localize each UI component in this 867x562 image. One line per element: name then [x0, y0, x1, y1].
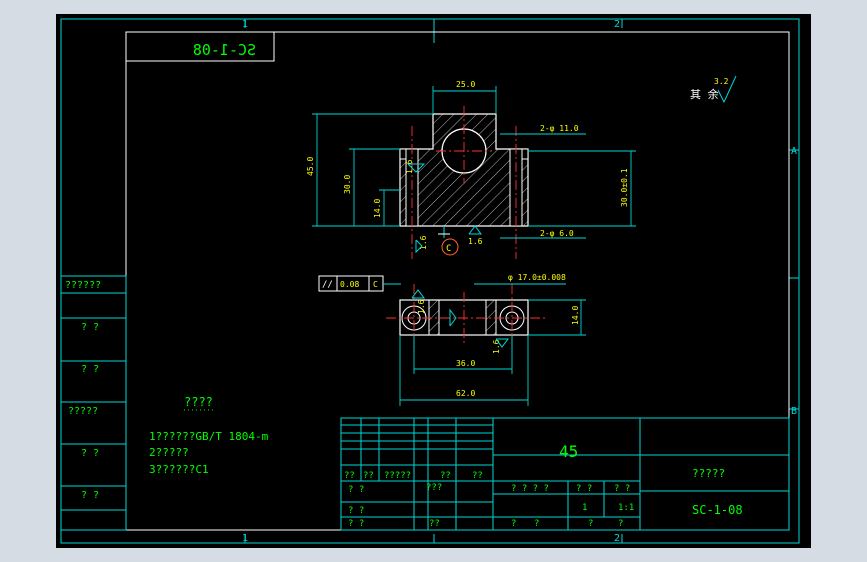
zone-top-2: 2 [614, 19, 620, 30]
left-col-1: ?????? [65, 280, 101, 291]
tb-row4-b: ?? [429, 519, 440, 529]
dim-hole-spacing: 30.0±0.1 [620, 168, 629, 207]
cad-drawing: 1 2 1 2 A B SC-1-08 ?????? ? ? ? ? ?????… [60, 18, 800, 544]
zone-bottom-2: 2 [614, 533, 620, 544]
tb-row-label-5: ?? [472, 471, 483, 481]
drawing-sheet: 1 2 1 2 A B SC-1-08 ?????? ? ? ? ? ?????… [56, 14, 811, 548]
dim-bore: φ 17.0±0.008 [508, 273, 566, 282]
left-col-3: ? ? [81, 364, 99, 375]
tb-row2-a: ? ? [348, 485, 364, 495]
datum-c-label: C [446, 244, 451, 254]
tb-stage-3: ? ? [614, 484, 630, 494]
dim-top-width: 25.0 [456, 80, 475, 89]
tol-datum: C [373, 280, 378, 289]
rough-top-a: 1.6 [417, 299, 426, 314]
tb-row3-a: ? ? [348, 506, 364, 516]
note-line-2: 2????? [149, 446, 189, 459]
tb-row4-a: ? ? [348, 519, 364, 529]
top-view: φ 17.0±0.008 14.0 36.0 62.0 1.6 1.6 [386, 273, 586, 406]
tb-bottom-2: ? [534, 519, 539, 529]
tb-row2-b: ??? [426, 483, 442, 493]
left-col-5: ? ? [81, 448, 99, 459]
tb-bottom-4: ? [618, 519, 623, 529]
zone-bottom-1: 1 [242, 533, 248, 544]
surface-finish-note: 其 余 3.2 [690, 75, 737, 104]
dim-spacing: 36.0 [456, 359, 475, 368]
material: 45 [559, 442, 578, 461]
tb-stage-value-2: 1:1 [618, 503, 634, 513]
tb-row-label-1: ?? [344, 471, 355, 481]
tb-row-label-3: ????? [384, 471, 411, 481]
tb-bottom-3: ? [588, 519, 593, 529]
zone-right-b: B [791, 406, 797, 417]
rough-top-b: 1.6 [492, 339, 501, 354]
tb-row-label-2: ?? [363, 471, 374, 481]
tol-symbol: // [322, 280, 333, 290]
notes-heading: ???? [184, 395, 213, 409]
tol-value: 0.08 [340, 280, 359, 289]
drawing-name: ????? [692, 467, 725, 480]
datum-c: C [438, 226, 459, 256]
left-col-4: ????? [68, 406, 98, 417]
front-view: 25.0 45.0 30.0 14.0 2-φ 11.0 2-φ 6.0 30.… [306, 80, 636, 259]
left-col-6: ? ? [81, 490, 99, 501]
zone-right-a: A [791, 146, 797, 157]
tb-bottom-1: ? [511, 519, 516, 529]
dim-height-mid: 30.0 [343, 175, 352, 194]
surface-finish-value: 3.2 [714, 77, 729, 86]
dim-height-total: 45.0 [306, 157, 315, 176]
surface-finish-label: 其 余 [690, 87, 719, 101]
tb-stage-value-1: 1 [582, 503, 587, 513]
dim-hole-bottom: 2-φ 6.0 [540, 229, 574, 238]
tb-row-label-4: ?? [440, 471, 451, 481]
tb-stage-2: ? ? [576, 484, 592, 494]
rough-front-a: 1.6 [405, 159, 414, 174]
zone-top-1: 1 [242, 19, 248, 30]
tolerance-frame: // 0.08 C [318, 275, 401, 292]
note-line-1: 1??????GB/T 1804-m [149, 430, 269, 443]
dim-length: 62.0 [456, 389, 475, 398]
mirrored-title: SC-1-08 [193, 41, 256, 59]
rough-front-c: 1.6 [468, 237, 483, 246]
dim-hole-top: 2-φ 11.0 [540, 124, 579, 133]
tb-stage-1: ? ? ? ? [511, 484, 549, 494]
left-col-2: ? ? [81, 322, 99, 333]
dim-thickness: 14.0 [571, 306, 580, 325]
dim-height-low: 14.0 [373, 199, 382, 218]
note-line-3: 3??????C1 [149, 463, 209, 476]
drawing-number: SC-1-08 [692, 503, 743, 517]
